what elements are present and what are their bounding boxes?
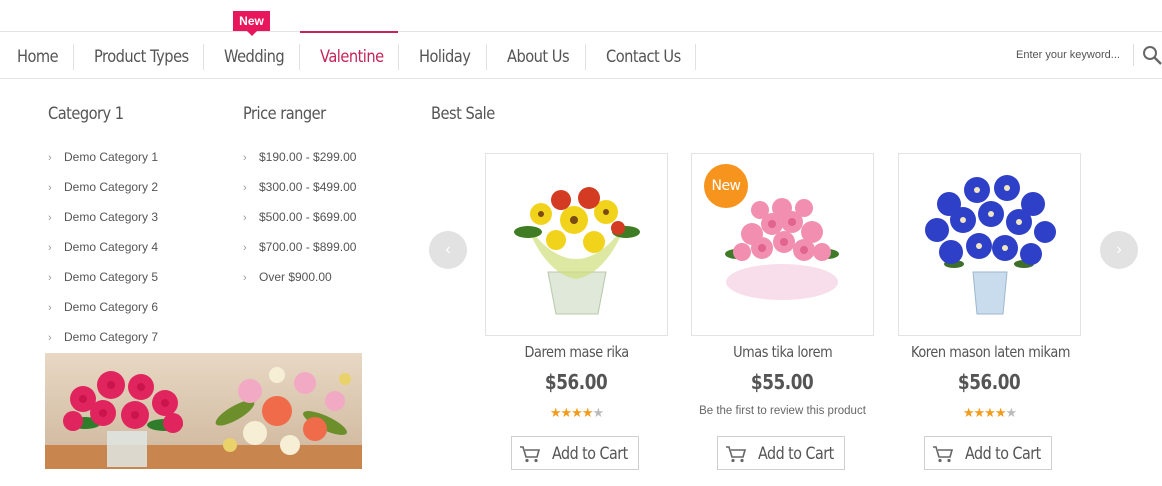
blue-daisy-bouquet-image xyxy=(925,175,1056,315)
product-image[interactable]: New xyxy=(691,153,874,336)
price-range-link[interactable]: › $300.00 - $499.00 xyxy=(243,180,356,210)
nav-item-valentine[interactable]: Valentine xyxy=(320,32,384,79)
chevron-right-icon: › xyxy=(48,212,52,224)
price-range-link[interactable]: › Over $900.00 xyxy=(243,270,356,300)
nav-item-home[interactable]: Home xyxy=(17,32,59,79)
product-price: $55.00 xyxy=(751,370,814,394)
chevron-right-icon: › xyxy=(243,272,247,284)
add-to-cart-button[interactable]: Add to Cart xyxy=(924,436,1052,470)
nav-divider xyxy=(398,44,399,70)
product-name[interactable]: Koren mason laten mikam xyxy=(898,343,1081,361)
price-range-list: › $190.00 - $299.00 › $300.00 - $499.00 › $… xyxy=(243,150,356,300)
search-divider xyxy=(1133,44,1134,66)
nav-divider xyxy=(695,44,696,70)
nav-divider xyxy=(73,44,74,70)
chevron-right-icon: › xyxy=(48,182,52,194)
nav-item-about-us[interactable]: About Us xyxy=(507,32,570,79)
cart-icon xyxy=(933,446,954,463)
add-to-cart-button[interactable]: Add to Cart xyxy=(717,436,845,470)
new-product-badge: New xyxy=(704,164,748,208)
nav-item-contact-us[interactable]: Contact Us xyxy=(606,32,681,79)
product-card: Darem mase rika $56.00 ★★★★★ Add to Cart xyxy=(485,153,668,470)
category-link[interactable]: › Demo Category 2 xyxy=(48,180,158,210)
product-price: $56.00 xyxy=(958,370,1021,394)
nav-divider xyxy=(203,44,204,70)
star-icon: ★ xyxy=(984,405,996,420)
star-icon: ★ xyxy=(994,405,1007,420)
nav-divider xyxy=(585,44,586,70)
category-link[interactable]: › Demo Category 6 xyxy=(48,300,158,330)
chevron-right-icon: › xyxy=(48,332,52,344)
product-name[interactable]: Darem mase rika xyxy=(485,343,668,361)
main-nav: Home Product Types Wedding Valentine Hol… xyxy=(0,31,1162,79)
best-sale-title: Best Sale xyxy=(431,104,495,124)
nav-item-holiday[interactable]: Holiday xyxy=(419,32,471,79)
category-link[interactable]: › Demo Category 5 xyxy=(48,270,158,300)
search-input[interactable] xyxy=(1012,42,1138,68)
star-icon: ★ xyxy=(1005,405,1017,420)
chevron-right-icon: › xyxy=(48,152,52,164)
product-image[interactable] xyxy=(485,153,668,336)
price-column-title: Price ranger xyxy=(243,104,326,124)
cart-icon xyxy=(726,446,747,463)
price-range-link[interactable]: › $700.00 - $899.00 xyxy=(243,240,356,270)
active-nav-indicator xyxy=(300,31,398,33)
product-price: $56.00 xyxy=(545,370,608,394)
category-link[interactable]: › Demo Category 3 xyxy=(48,210,158,240)
star-icon: ★ xyxy=(549,405,562,420)
carousel-prev-button[interactable]: ‹ xyxy=(429,231,467,269)
new-badge: New xyxy=(233,11,270,36)
chevron-right-icon: › xyxy=(48,272,52,284)
add-to-cart-button[interactable]: Add to Cart xyxy=(511,436,639,470)
chevron-right-icon: › xyxy=(48,242,52,254)
star-rating: ★★★★★ xyxy=(898,405,1081,421)
chevron-right-icon: › xyxy=(1116,241,1122,258)
star-icon: ★ xyxy=(571,405,583,420)
category-list: › Demo Category 1 › Demo Category 2 › Demo … xyxy=(48,150,158,360)
chevron-left-icon: ‹ xyxy=(445,241,451,258)
nav-item-product-types[interactable]: Product Types xyxy=(94,32,189,79)
category-link[interactable]: › Demo Category 1 xyxy=(48,150,158,180)
chevron-right-icon: › xyxy=(243,242,247,254)
price-range-link[interactable]: › $190.00 - $299.00 xyxy=(243,150,356,180)
nav-item-wedding[interactable]: Wedding xyxy=(224,32,285,79)
review-prompt-link[interactable]: Be the first to review this product xyxy=(691,405,874,417)
category-column-title: Category 1 xyxy=(48,104,124,124)
chevron-right-icon: › xyxy=(243,212,247,224)
yellow-bouquet-image xyxy=(514,187,640,315)
flower-banner-image[interactable] xyxy=(45,353,362,469)
carousel-next-button[interactable]: › xyxy=(1100,231,1138,269)
search-icon[interactable] xyxy=(1142,45,1162,65)
product-image[interactable] xyxy=(898,153,1081,336)
star-rating: ★★★★★ xyxy=(485,405,668,421)
price-range-link[interactable]: › $500.00 - $699.00 xyxy=(243,210,356,240)
star-icon: ★ xyxy=(973,405,986,420)
nav-divider xyxy=(299,44,300,70)
chevron-right-icon: › xyxy=(243,182,247,194)
chevron-right-icon: › xyxy=(243,152,247,164)
product-card: Koren mason laten mikam $56.00 ★★★★★ Add… xyxy=(898,153,1081,470)
star-icon: ★ xyxy=(560,405,573,420)
category-link[interactable]: › Demo Category 4 xyxy=(48,240,158,270)
product-card: New Umas tika lorem $55.00 Be the first … xyxy=(691,153,874,470)
cart-icon xyxy=(520,446,541,463)
star-icon: ★ xyxy=(581,405,594,420)
star-icon: ★ xyxy=(962,405,975,420)
chevron-right-icon: › xyxy=(48,302,52,314)
nav-divider xyxy=(486,44,487,70)
product-name[interactable]: Umas tika lorem xyxy=(691,343,874,361)
star-icon: ★ xyxy=(592,405,604,420)
